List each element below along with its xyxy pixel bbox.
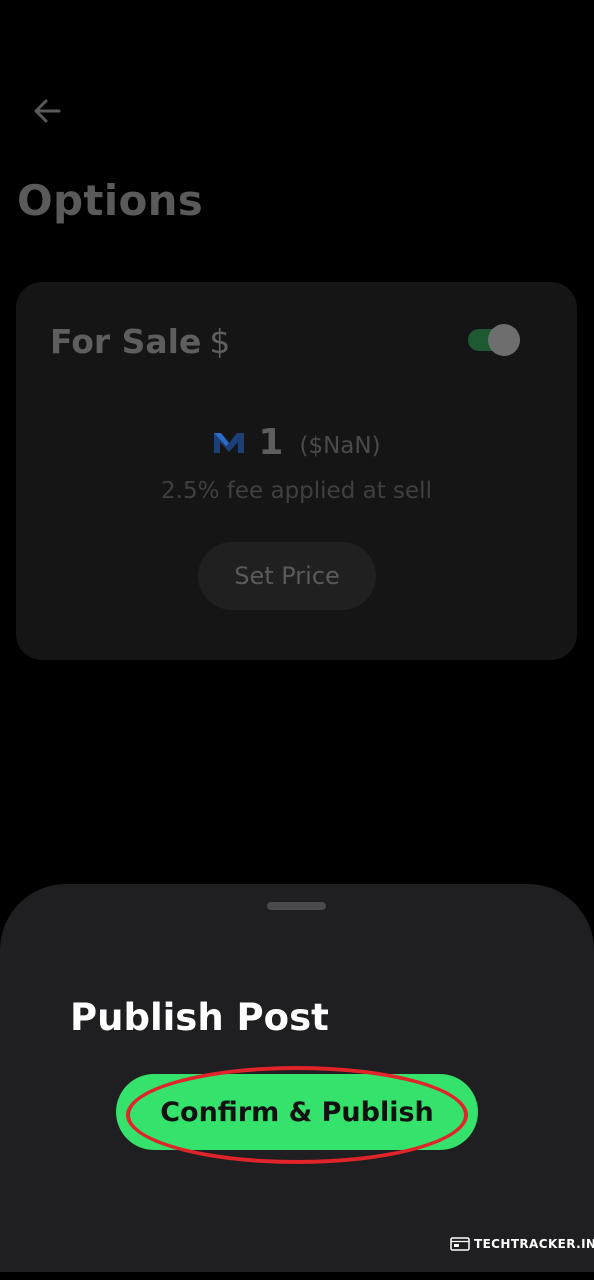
price-amount: 1	[258, 422, 284, 463]
price-row: 1 ($NaN)	[16, 422, 577, 463]
for-sale-text: For Sale	[50, 322, 202, 361]
watermark-text: TECHTRACKER.IN	[474, 1237, 594, 1251]
publish-bottom-sheet: Publish Post Confirm & Publish	[0, 884, 594, 1272]
dollar-icon: $	[209, 322, 231, 361]
page-title: Options	[17, 176, 204, 225]
arrow-left-icon	[34, 99, 61, 123]
watermark: TECHTRACKER.IN	[450, 1237, 594, 1251]
for-sale-toggle[interactable]	[468, 324, 522, 356]
m-token-icon	[214, 432, 245, 453]
app-screen: Options For Sale $ 1 ($NaN) 2.5% fee appl…	[0, 0, 594, 1280]
price-fiat: ($NaN)	[299, 432, 381, 459]
confirm-publish-button[interactable]: Confirm & Publish	[116, 1074, 478, 1150]
set-price-button[interactable]: Set Price	[198, 542, 376, 610]
back-button[interactable]	[28, 92, 66, 130]
sheet-drag-handle[interactable]	[267, 902, 326, 910]
for-sale-label: For Sale $	[50, 322, 230, 361]
for-sale-card: For Sale $ 1 ($NaN) 2.5% fee applied at s…	[16, 282, 577, 660]
bottom-edge	[0, 1272, 594, 1280]
browser-window-icon	[450, 1237, 470, 1251]
fee-note: 2.5% fee applied at sell	[161, 478, 432, 504]
sheet-title: Publish Post	[70, 996, 329, 1039]
toggle-knob	[488, 324, 520, 356]
